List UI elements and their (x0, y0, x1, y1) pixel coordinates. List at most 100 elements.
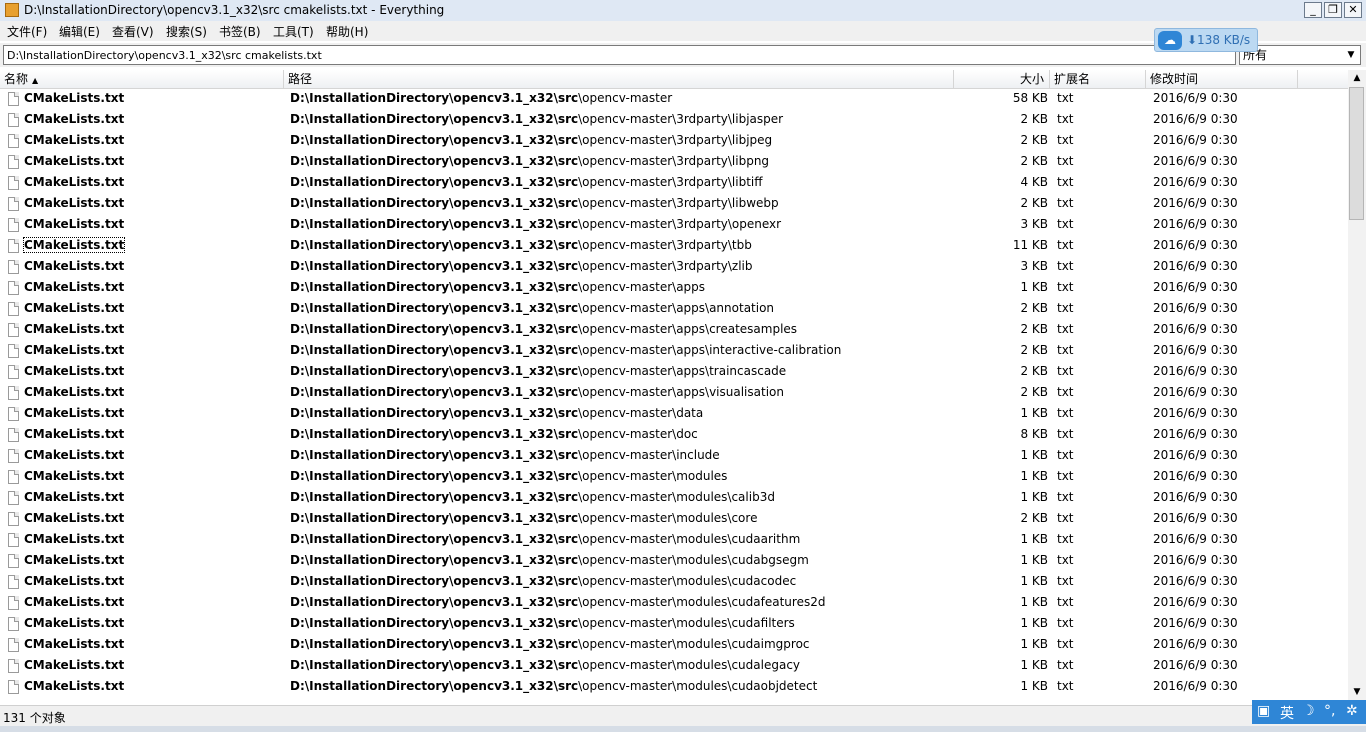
minimize-button[interactable]: _ (1304, 2, 1322, 18)
file-size: 1 KB (1020, 574, 1048, 588)
table-row[interactable]: CMakeLists.txt D:\InstallationDirectory\o… (0, 320, 1348, 341)
column-header-name[interactable]: 名称 ▲ (0, 70, 284, 88)
file-extension: txt (1057, 343, 1074, 357)
file-extension: txt (1057, 364, 1074, 378)
file-path-match: D:\InstallationDirectory\opencv3.1_x32\s… (290, 196, 579, 210)
ime-logo-icon[interactable]: ▣ (1257, 703, 1270, 719)
table-row[interactable]: CMakeLists.txt D:\InstallationDirectory\o… (0, 383, 1348, 404)
table-row[interactable]: CMakeLists.txt D:\InstallationDirectory\o… (0, 152, 1348, 173)
table-row[interactable]: CMakeLists.txt D:\InstallationDirectory\o… (0, 677, 1348, 698)
file-size: 2 KB (1020, 322, 1048, 336)
ime-toolbar[interactable]: ▣ 英 ☽ °, ✲ (1252, 700, 1366, 724)
file-path-match: D:\InstallationDirectory\opencv3.1_x32\s… (290, 259, 579, 273)
file-extension: txt (1057, 574, 1074, 588)
file-name: CMakeLists.txt (24, 364, 125, 378)
search-input[interactable] (3, 45, 1236, 65)
file-path: D:\InstallationDirectory\opencv3.1_x32\s… (290, 217, 781, 231)
table-row[interactable]: CMakeLists.txt D:\InstallationDirectory\o… (0, 635, 1348, 656)
download-speed-widget[interactable]: ☁ ⬇138 KB/s (1154, 28, 1258, 52)
file-extension: txt (1057, 133, 1074, 147)
table-row[interactable]: CMakeLists.txt D:\InstallationDirectory\o… (0, 110, 1348, 131)
table-row[interactable]: CMakeLists.txt D:\InstallationDirectory\o… (0, 236, 1348, 257)
file-path-match: D:\InstallationDirectory\opencv3.1_x32\s… (290, 616, 579, 630)
table-row[interactable]: CMakeLists.txt D:\InstallationDirectory\o… (0, 299, 1348, 320)
scroll-up-arrow-icon[interactable]: ▲ (1348, 70, 1366, 87)
menu-search[interactable]: 搜索(S) (166, 23, 207, 40)
table-row[interactable]: CMakeLists.txt D:\InstallationDirectory\o… (0, 593, 1348, 614)
column-header-path[interactable]: 路径 (284, 70, 954, 88)
file-size: 2 KB (1020, 343, 1048, 357)
close-button[interactable]: ✕ (1344, 2, 1362, 18)
table-row[interactable]: CMakeLists.txt D:\InstallationDirectory\o… (0, 446, 1348, 467)
table-row[interactable]: CMakeLists.txt D:\InstallationDirectory\o… (0, 89, 1348, 110)
table-row[interactable]: CMakeLists.txt D:\InstallationDirectory\o… (0, 467, 1348, 488)
table-row[interactable]: CMakeLists.txt D:\InstallationDirectory\o… (0, 404, 1348, 425)
gear-icon[interactable]: ✲ (1346, 703, 1358, 719)
table-row[interactable]: CMakeLists.txt D:\InstallationDirectory\o… (0, 509, 1348, 530)
text-file-icon (8, 554, 19, 568)
column-header-extension[interactable]: 扩展名 (1050, 70, 1146, 88)
file-name: CMakeLists.txt (24, 637, 125, 651)
table-row[interactable]: CMakeLists.txt D:\InstallationDirectory\o… (0, 173, 1348, 194)
vertical-scrollbar[interactable]: ▲ ▼ (1348, 70, 1366, 701)
scrollbar-thumb[interactable] (1349, 87, 1364, 220)
column-header-size[interactable]: 大小 (954, 70, 1050, 88)
file-modified-time: 2016/6/9 0:30 (1153, 532, 1238, 546)
file-path: D:\InstallationDirectory\opencv3.1_x32\s… (290, 112, 783, 126)
file-path-match: D:\InstallationDirectory\opencv3.1_x32\s… (290, 217, 579, 231)
file-path-match: D:\InstallationDirectory\opencv3.1_x32\s… (290, 595, 579, 609)
file-modified-time: 2016/6/9 0:30 (1153, 259, 1238, 273)
table-row[interactable]: CMakeLists.txt D:\InstallationDirectory\o… (0, 488, 1348, 509)
file-path: D:\InstallationDirectory\opencv3.1_x32\s… (290, 595, 825, 609)
table-row[interactable]: CMakeLists.txt D:\InstallationDirectory\o… (0, 194, 1348, 215)
table-row[interactable]: CMakeLists.txt D:\InstallationDirectory\o… (0, 257, 1348, 278)
file-size: 1 KB (1020, 595, 1048, 609)
file-size: 1 KB (1020, 616, 1048, 630)
file-path: D:\InstallationDirectory\opencv3.1_x32\s… (290, 574, 796, 588)
file-modified-time: 2016/6/9 0:30 (1153, 490, 1238, 504)
menu-view[interactable]: 查看(V) (112, 23, 154, 40)
table-row[interactable]: CMakeLists.txt D:\InstallationDirectory\o… (0, 362, 1348, 383)
file-modified-time: 2016/6/9 0:30 (1153, 658, 1238, 672)
table-row[interactable]: CMakeLists.txt D:\InstallationDirectory\o… (0, 656, 1348, 677)
file-path: D:\InstallationDirectory\opencv3.1_x32\s… (290, 406, 703, 420)
file-path-match: D:\InstallationDirectory\opencv3.1_x32\s… (290, 343, 579, 357)
table-row[interactable]: CMakeLists.txt D:\InstallationDirectory\o… (0, 425, 1348, 446)
text-file-icon (8, 113, 19, 127)
menu-edit[interactable]: 编辑(E) (59, 23, 100, 40)
app-icon (5, 3, 19, 17)
title-bar[interactable]: D:\InstallationDirectory\opencv3.1_x32\s… (0, 0, 1366, 22)
menu-tools[interactable]: 工具(T) (273, 23, 314, 40)
table-row[interactable]: CMakeLists.txt D:\InstallationDirectory\o… (0, 572, 1348, 593)
menu-bookmarks[interactable]: 书签(B) (219, 23, 261, 40)
file-path-rest: \opencv-master (578, 91, 673, 105)
menu-file[interactable]: 文件(F) (7, 23, 47, 40)
file-name: CMakeLists.txt (24, 448, 125, 462)
text-file-icon (8, 533, 19, 547)
menu-help[interactable]: 帮助(H) (326, 23, 368, 40)
table-row[interactable]: CMakeLists.txt D:\InstallationDirectory\o… (0, 278, 1348, 299)
maximize-button[interactable]: ❐ (1324, 2, 1342, 18)
table-row[interactable]: CMakeLists.txt D:\InstallationDirectory\o… (0, 131, 1348, 152)
status-bar: 131 个对象 (0, 705, 1366, 726)
table-row[interactable]: CMakeLists.txt D:\InstallationDirectory\o… (0, 614, 1348, 635)
scroll-down-arrow-icon[interactable]: ▼ (1348, 684, 1366, 701)
file-modified-time: 2016/6/9 0:30 (1153, 133, 1238, 147)
file-path-match: D:\InstallationDirectory\opencv3.1_x32\s… (290, 532, 579, 546)
chevron-down-icon[interactable]: ▼ (1344, 48, 1358, 62)
moon-icon[interactable]: ☽ (1302, 703, 1315, 719)
punctuation-icon[interactable]: °, (1324, 703, 1335, 719)
file-name: CMakeLists.txt (24, 616, 125, 630)
file-path-match: D:\InstallationDirectory\opencv3.1_x32\s… (290, 322, 579, 336)
ime-language[interactable]: 英 (1280, 703, 1294, 723)
text-file-icon (8, 659, 19, 673)
table-row[interactable]: CMakeLists.txt D:\InstallationDirectory\o… (0, 215, 1348, 236)
file-modified-time: 2016/6/9 0:30 (1153, 217, 1238, 231)
table-row[interactable]: CMakeLists.txt D:\InstallationDirectory\o… (0, 341, 1348, 362)
file-path-match: D:\InstallationDirectory\opencv3.1_x32\s… (290, 301, 579, 315)
table-row[interactable]: CMakeLists.txt D:\InstallationDirectory\o… (0, 530, 1348, 551)
file-path-rest: \opencv-master\modules\cudaarithm (578, 532, 801, 546)
file-name: CMakeLists.txt (24, 490, 125, 504)
column-header-modified-time[interactable]: 修改时间 (1146, 70, 1298, 88)
table-row[interactable]: CMakeLists.txt D:\InstallationDirectory\o… (0, 551, 1348, 572)
